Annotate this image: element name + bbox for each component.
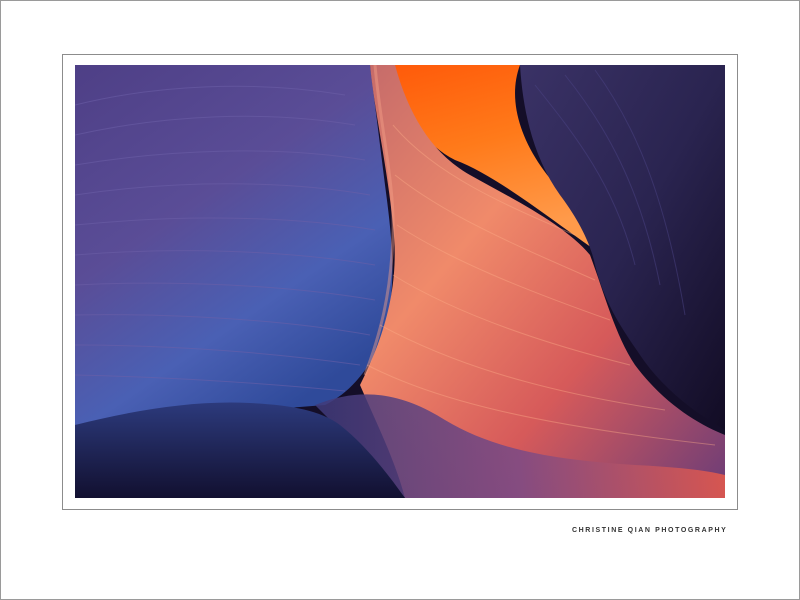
canyon-photo-art [75,65,725,498]
photographer-credit: CHRISTINE QIAN PHOTOGRAPHY [572,527,728,534]
canyon-photograph [75,65,725,498]
